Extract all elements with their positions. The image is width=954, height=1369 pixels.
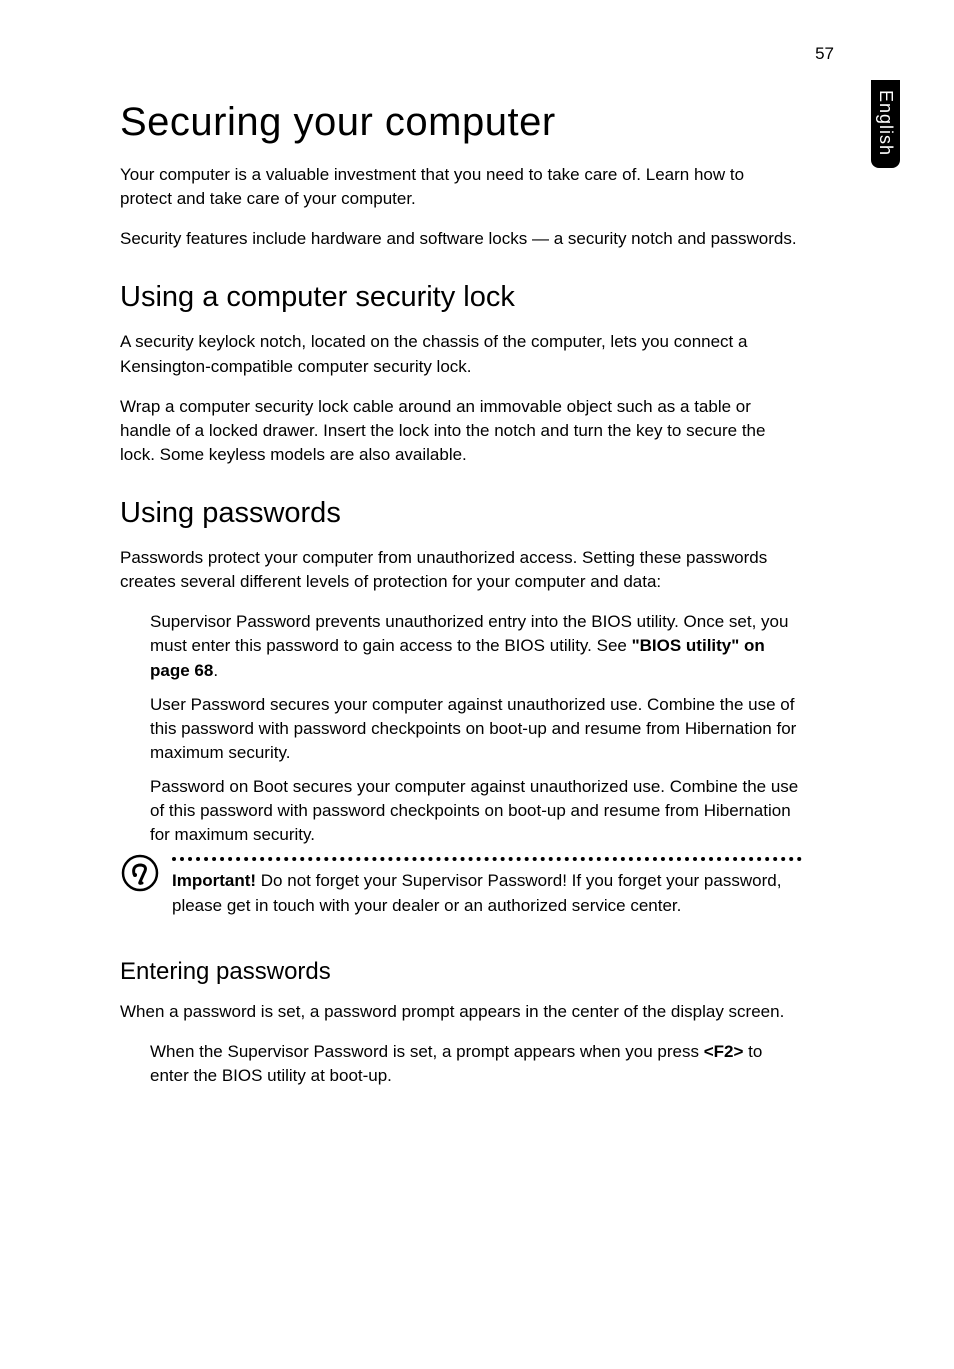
list-item-user: User Password secures your computer agai… [150,693,800,765]
entering-paragraph: When a password is set, a password promp… [120,1000,800,1024]
heading-passwords: Using passwords [120,497,800,530]
language-tab: English [871,80,900,168]
page-content: Securing your computer Your computer is … [120,100,800,1088]
f2-text-a: When the Supervisor Password is set, a p… [150,1042,704,1061]
f2-key: <F2> [704,1042,744,1061]
list-item-supervisor: Supervisor Password prevents unauthorize… [150,610,800,682]
security-lock-paragraph-1: A security keylock notch, located on the… [120,330,800,378]
important-note: Important! Do not forget your Supervisor… [120,857,800,933]
page-number: 57 [815,44,834,64]
heading-main: Securing your computer [120,100,800,145]
intro-paragraph-2: Security features include hardware and s… [120,227,800,251]
list-item-f2: When the Supervisor Password is set, a p… [150,1040,800,1088]
heading-security-lock: Using a computer security lock [120,281,800,314]
important-body: Do not forget your Supervisor Password! … [172,871,781,914]
note-text: Important! Do not forget your Supervisor… [172,869,800,917]
heading-entering-passwords: Entering passwords [120,958,800,986]
important-label: Important! [172,871,261,890]
note-icon [120,853,160,898]
note-divider [172,857,802,861]
list-item-boot: Password on Boot secures your computer a… [150,775,800,847]
note-content: Important! Do not forget your Supervisor… [170,857,800,933]
passwords-intro: Passwords protect your computer from una… [120,546,800,594]
list-text-tail: . [213,661,218,680]
security-lock-paragraph-2: Wrap a computer security lock cable arou… [120,395,800,467]
intro-paragraph-1: Your computer is a valuable investment t… [120,163,800,211]
